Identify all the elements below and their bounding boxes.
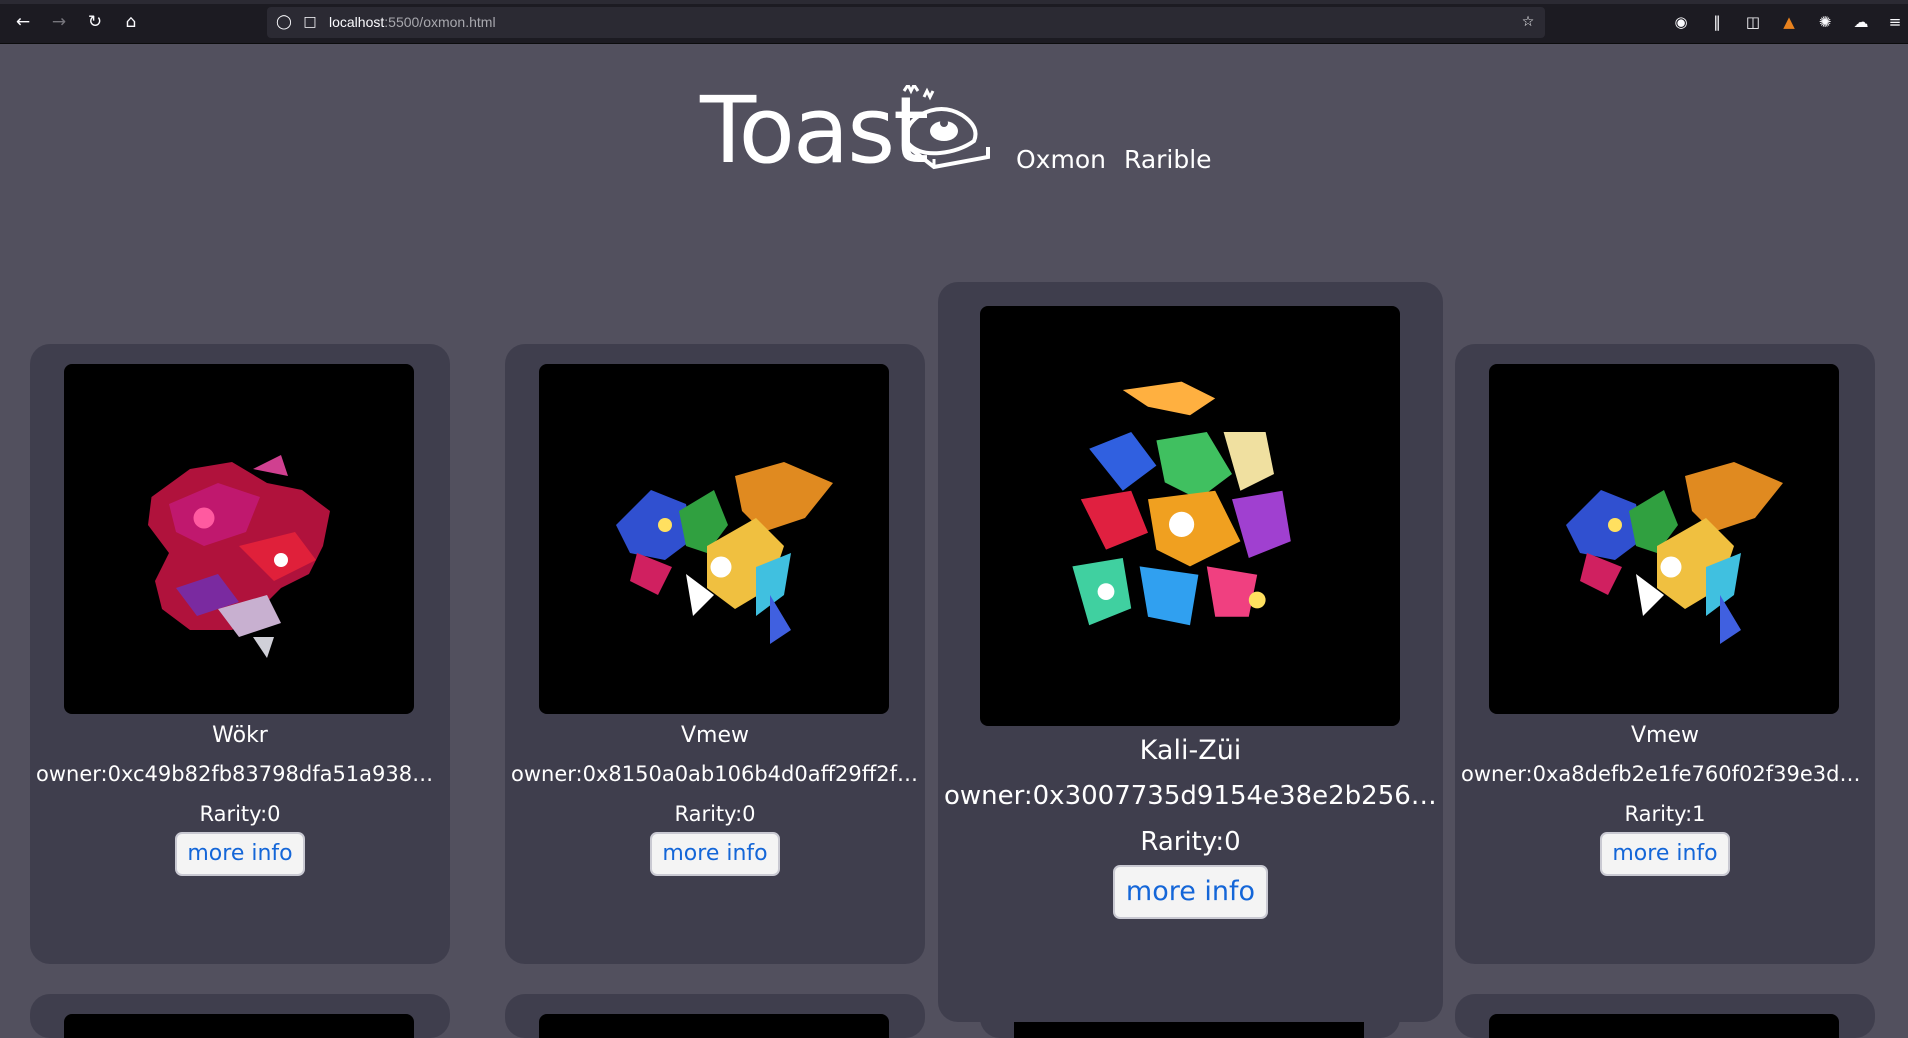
library-icon[interactable]: ‖ <box>1706 11 1728 33</box>
url-path: :5500/oxmon.html <box>384 14 496 30</box>
forward-icon[interactable]: → <box>48 11 70 33</box>
bookmark-star-icon[interactable]: ☆ <box>1519 13 1537 31</box>
reload-icon[interactable]: ↻ <box>84 11 106 33</box>
oxmon-image <box>64 1014 414 1038</box>
card-name: Vmew <box>680 723 749 748</box>
card-owner: owner:0x3007735d9154e38e2b256d3e… <box>944 781 1437 811</box>
oxmon-card[interactable]: Wökr owner:0xc49b82fb83798dfa51a93811b… … <box>30 344 450 964</box>
card-owner: owner:0xc49b82fb83798dfa51a93811b… <box>36 762 444 786</box>
oxmon-card[interactable] <box>1455 994 1875 1038</box>
more-info-button[interactable]: more info <box>1600 832 1730 876</box>
more-info-button[interactable]: more info <box>650 832 780 876</box>
oxmon-image <box>980 306 1400 726</box>
card-name: Vmew <box>1630 723 1699 748</box>
card-rarity: Rarity:0 <box>674 802 756 826</box>
oxmon-art-vmew <box>616 462 833 644</box>
oxmon-card[interactable] <box>505 994 925 1038</box>
card-rarity: Rarity:0 <box>1140 827 1241 857</box>
pocket-icon[interactable]: ◉ <box>1670 11 1692 33</box>
oxmon-card[interactable]: Vmew owner:0x8150a0ab106b4d0aff29ff2fc7…… <box>505 344 925 964</box>
address-bar[interactable]: ◯ □ localhost:5500/oxmon.html ☆ <box>267 7 1545 38</box>
oxmon-image <box>539 364 889 714</box>
shield-icon[interactable]: ◯ <box>275 13 293 31</box>
tab-strip <box>0 0 1908 4</box>
card-name: Kali-Züi <box>1139 735 1242 766</box>
oxmon-card[interactable]: Vmew owner:0xa8defb2e1fe760f02f39e3d07… … <box>1455 344 1875 964</box>
card-rarity: Rarity:1 <box>1624 802 1706 826</box>
sidebar-icon[interactable]: ◫ <box>1742 11 1764 33</box>
nav-rarible[interactable]: Rarible <box>1124 145 1212 175</box>
extension-icon[interactable]: ☁ <box>1850 11 1872 33</box>
nav-oxmon[interactable]: Oxmon <box>1016 145 1106 175</box>
hamburger-menu-icon[interactable]: ≡ <box>1884 11 1906 33</box>
oxmon-card-featured[interactable]: Kali-Züi owner:0x3007735d9154e38e2b256d3… <box>938 282 1443 1022</box>
url-text[interactable]: localhost:5500/oxmon.html <box>329 14 496 31</box>
oxmon-image <box>1489 364 1839 714</box>
card-owner: owner:0xa8defb2e1fe760f02f39e3d07… <box>1461 762 1869 786</box>
oxmon-art-kali-zui <box>1072 381 1291 626</box>
page-icon[interactable]: □ <box>301 13 319 31</box>
card-owner: owner:0x8150a0ab106b4d0aff29ff2fc7… <box>511 762 919 786</box>
oxmon-image <box>539 1014 889 1038</box>
react-devtools-icon[interactable]: ✺ <box>1814 11 1836 33</box>
oxmon-art-vmew <box>1566 462 1783 644</box>
home-icon[interactable]: ⌂ <box>120 11 142 33</box>
more-info-button[interactable]: more info <box>175 832 305 876</box>
brand-text: Toast <box>700 77 929 184</box>
toast-logo-icon <box>902 85 990 170</box>
card-rarity: Rarity:0 <box>199 802 281 826</box>
browser-toolbar: ← → ↻ ⌂ ◯ □ localhost:5500/oxmon.html ☆ … <box>0 0 1908 44</box>
back-icon[interactable]: ← <box>12 11 34 33</box>
oxmon-image <box>1489 1014 1839 1038</box>
card-name: Wökr <box>212 723 268 748</box>
oxmon-card[interactable] <box>30 994 450 1038</box>
metamask-fox-icon[interactable]: ▲ <box>1778 11 1800 33</box>
more-info-button[interactable]: more info <box>1113 865 1268 919</box>
oxmon-image <box>64 364 414 714</box>
oxmon-art-wokr <box>148 455 330 658</box>
url-host: localhost <box>329 14 385 30</box>
